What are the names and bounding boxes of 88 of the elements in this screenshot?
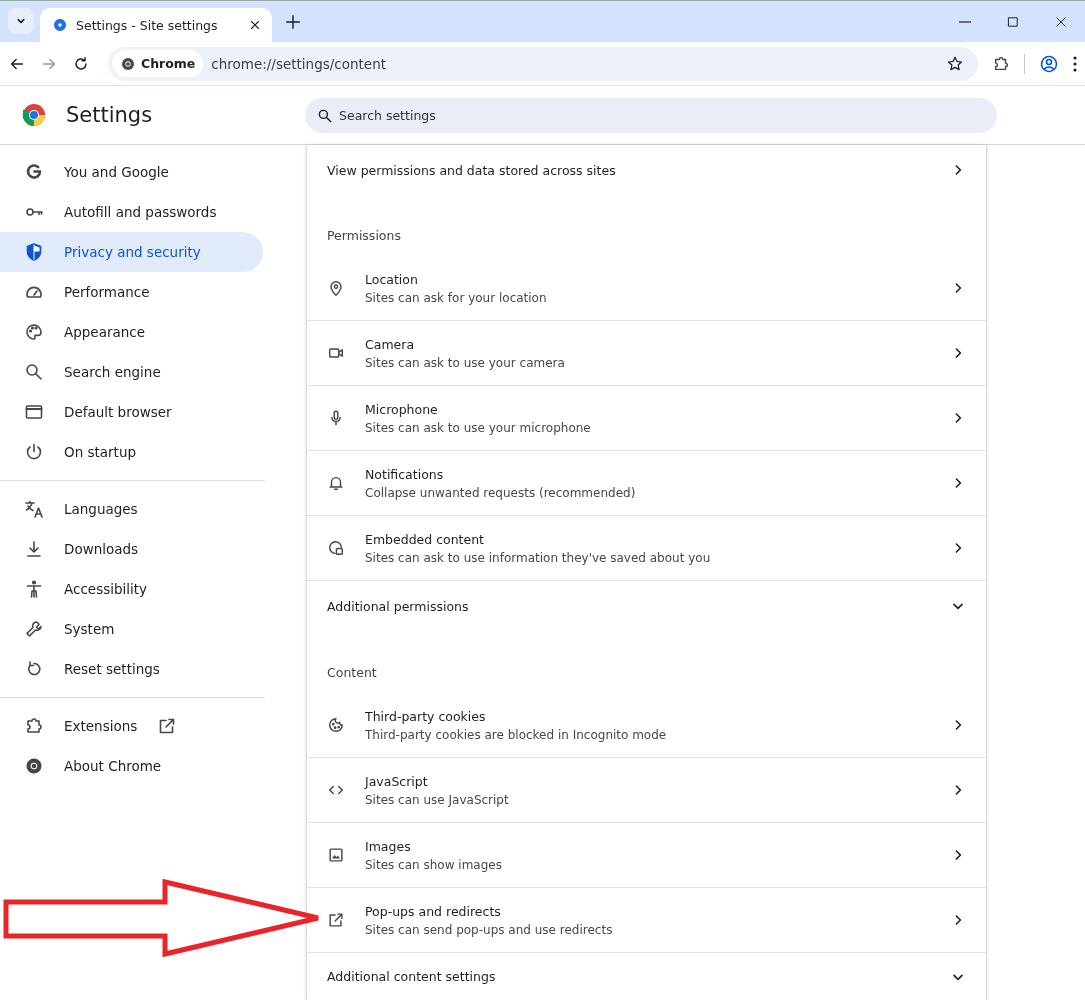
translate-icon — [24, 499, 44, 519]
expand-row[interactable]: Additional content settings — [307, 953, 986, 1000]
plus-icon — [284, 13, 302, 31]
section-heading: Permissions — [326, 227, 402, 245]
permission-row[interactable]: Images Sites can show images — [307, 823, 986, 888]
row-subtitle: Sites can show images — [365, 857, 503, 872]
puzzle-piece-icon — [992, 54, 1010, 73]
more-vertical-icon — [1073, 55, 1077, 72]
section-heading: Content — [326, 664, 378, 682]
row-title: JavaScript — [365, 773, 429, 789]
sidebar-item[interactable]: Autofill and passwords — [0, 192, 263, 232]
chrome-logo-icon — [120, 55, 136, 72]
permission-row[interactable]: Embedded content Sites can ask to use information they've saved about you — [307, 516, 986, 581]
sidebar-item[interactable]: Default browser — [0, 392, 263, 432]
page-title: Settings — [66, 103, 153, 127]
row-subtitle: Sites can ask to use your microphone — [365, 420, 592, 435]
permission-row[interactable]: Microphone Sites can ask to use your microphone — [307, 386, 986, 451]
browser-tab[interactable]: Settings - Site settings — [40, 8, 272, 42]
row-title: Images — [365, 838, 412, 854]
profile-icon — [1039, 53, 1059, 74]
profile-button[interactable] — [1039, 53, 1059, 74]
search-field[interactable]: Search settings — [305, 97, 997, 133]
expand-row[interactable]: Additional permissions — [307, 581, 986, 631]
star-icon — [946, 54, 964, 73]
row-title: Embedded content — [365, 531, 486, 547]
reload-button[interactable] — [72, 54, 90, 73]
maximize-icon — [1006, 14, 1020, 29]
minimize-icon — [959, 20, 971, 23]
permission-row[interactable]: Third-party cookies Third-party cookies are blocked in Incognito mode — [307, 693, 986, 758]
download-icon — [24, 539, 44, 559]
accessibility-icon — [24, 579, 44, 599]
permission-row[interactable]: JavaScript Sites can use JavaScript — [307, 758, 986, 823]
sidebar-item[interactable]: Privacy and security — [0, 232, 263, 272]
external-link-icon — [327, 911, 345, 929]
row-title: Notifications — [365, 466, 445, 482]
site-chip[interactable]: Chrome — [112, 50, 204, 77]
site-data-link[interactable]: View permissions and data stored across sites — [307, 145, 986, 195]
row-title: Third-party cookies — [365, 708, 487, 724]
row-subtitle: Sites can ask for your location — [365, 290, 548, 305]
embedded-content-icon — [327, 539, 345, 557]
row-title: Location — [365, 271, 419, 287]
sidebar-item[interactable]: You and Google — [0, 152, 263, 192]
address-bar[interactable]: Chrome chrome://settings/content — [108, 46, 978, 81]
image-icon — [327, 846, 345, 864]
palette-icon — [24, 322, 44, 342]
close-icon — [248, 18, 262, 32]
sidebar-item[interactable]: On startup — [0, 432, 263, 472]
row-title: Camera — [365, 336, 416, 352]
bell-icon — [327, 474, 345, 492]
location-pin-icon — [327, 279, 345, 297]
menu-button[interactable] — [1073, 55, 1077, 72]
sidebar-item[interactable]: Languages — [0, 489, 263, 529]
row-title: Pop-ups and redirects — [365, 903, 502, 919]
row-subtitle: Sites can send pop-ups and use redirects — [365, 922, 614, 937]
row-subtitle: Sites can ask to use your camera — [365, 355, 566, 370]
extensions-button[interactable] — [992, 54, 1010, 73]
permission-row[interactable]: Location Sites can ask for your location — [307, 256, 986, 321]
puzzle-piece-icon — [24, 716, 44, 736]
cookie-icon — [327, 716, 345, 734]
row-subtitle: Collapse unwanted requests (recommended) — [365, 485, 637, 500]
sidebar-item[interactable]: Downloads — [0, 529, 263, 569]
sidebar-item[interactable]: Appearance — [0, 312, 263, 352]
power-icon — [24, 442, 44, 462]
g-letter-icon — [24, 162, 44, 182]
chrome-logo-icon — [24, 756, 44, 776]
wrench-icon — [24, 619, 44, 639]
sidebar-item[interactable]: About Chrome — [0, 746, 263, 786]
search-icon — [317, 107, 333, 124]
permission-row[interactable]: Notifications Collapse unwanted requests (recommended) — [307, 451, 986, 516]
sidebar-item[interactable]: Accessibility — [0, 569, 263, 609]
chrome-logo-icon — [22, 103, 46, 127]
sidebar-item[interactable]: Search engine — [0, 352, 263, 392]
row-title: Microphone — [365, 401, 439, 417]
reload-icon — [72, 54, 90, 73]
permission-row[interactable]: Pop-ups and redirects Sites can send pop-ups and use redirects — [307, 888, 986, 953]
row-subtitle: Sites can ask to use information they've saved about you — [365, 550, 712, 565]
sidebar-item[interactable]: Extensions — [0, 706, 263, 746]
sidebar-item[interactable]: System — [0, 609, 263, 649]
browser-window-icon — [24, 402, 44, 422]
sidebar-item[interactable]: Reset settings — [0, 649, 263, 689]
url-text: chrome://settings/content — [211, 55, 387, 72]
row-subtitle: Third-party cookies are blocked in Incognito mode — [365, 727, 668, 742]
search-icon — [24, 362, 44, 382]
permission-row[interactable]: Camera Sites can ask to use your camera — [307, 321, 986, 386]
shield-icon — [24, 242, 44, 262]
close-icon — [1054, 14, 1068, 29]
sidebar-item[interactable]: Performance — [0, 272, 263, 312]
row-subtitle: Sites can use JavaScript — [365, 792, 510, 807]
